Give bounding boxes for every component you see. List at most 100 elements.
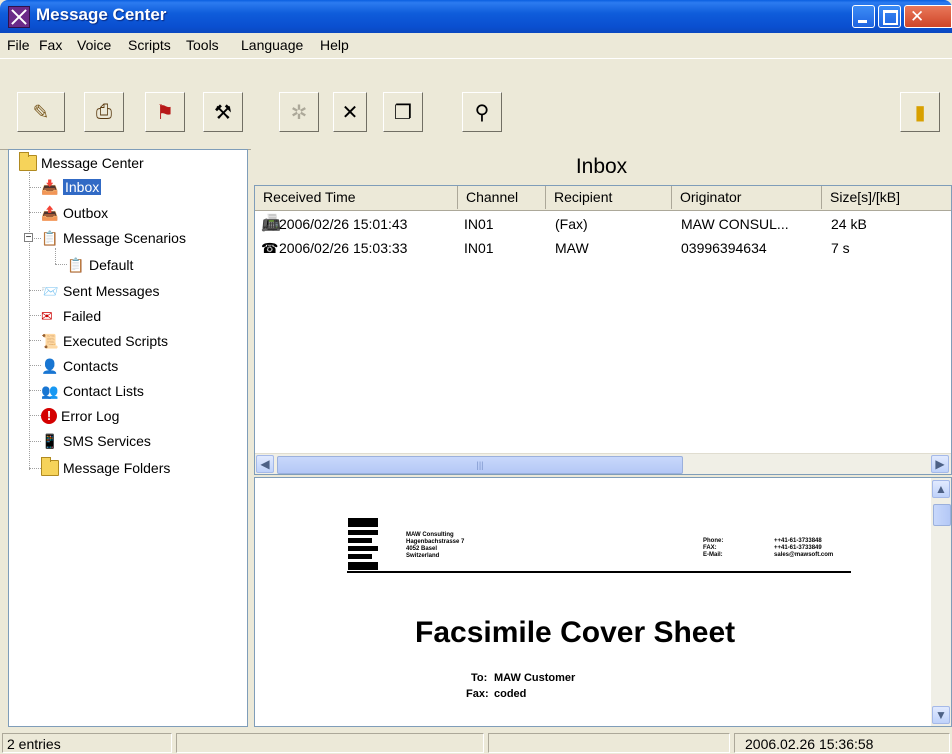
cell-channel: IN01 — [464, 240, 494, 256]
menu-help[interactable]: Help — [320, 37, 349, 53]
scenario-default-icon: 📋 — [67, 257, 85, 273]
delete-button[interactable]: ✕ — [333, 92, 367, 132]
folder-icon — [41, 457, 59, 476]
tree-item-label: Inbox — [63, 179, 102, 195]
toolbar: ✎ ⎙ ⚑ ⚒ ✲ ✕ ❐ ⚲ ▮ — [0, 58, 952, 150]
tree-item-failed[interactable]: ✉ Failed — [41, 304, 101, 328]
tree-connector — [29, 290, 41, 291]
tree-item-sent-messages[interactable]: 📨 Sent Messages — [41, 279, 160, 303]
tree-item-contacts[interactable]: 👤 Contacts — [41, 354, 118, 378]
contact-labels: Phone: FAX: E-Mail: — [703, 538, 724, 558]
menu-file[interactable]: File — [7, 37, 30, 53]
new-message-button[interactable]: ✎ — [17, 92, 65, 132]
menu-voice[interactable]: Voice — [77, 37, 111, 53]
vertical-scrollbar[interactable]: ▲ ▼ — [931, 478, 951, 726]
copy-button[interactable]: ❐ — [383, 92, 423, 132]
app-icon — [8, 6, 30, 28]
column-size[interactable]: Size[s]/[kB] — [822, 186, 951, 209]
menu-tools[interactable]: Tools — [186, 37, 219, 53]
column-channel[interactable]: Channel — [458, 186, 546, 209]
to-value: MAW Customer — [494, 672, 576, 684]
disabled-action-icon: ✲ — [290, 101, 308, 124]
tools-button[interactable]: ⚒ — [203, 92, 243, 132]
contact-icon: 👤 — [41, 358, 59, 374]
menu-bar: File Fax Voice Scripts Tools Language He… — [0, 33, 952, 57]
divider — [347, 571, 851, 573]
fax-value: coded — [494, 688, 527, 700]
outbox-icon: 📤 — [41, 205, 59, 221]
menu-fax[interactable]: Fax — [39, 37, 62, 53]
tree-item-error-log[interactable]: ! Error Log — [41, 404, 119, 428]
tree-item-label: Default — [89, 257, 134, 273]
tools-icon: ⚒ — [214, 101, 232, 124]
table-row[interactable]: 📠 2006/02/26 15:01:43 IN01 (Fax) MAW CON… — [255, 212, 951, 236]
tree-connector — [29, 441, 41, 442]
tree-connector — [29, 390, 41, 391]
scroll-thumb[interactable] — [933, 504, 951, 526]
contact-values: ++41-61-3733848 ++41-61-3733849 sales@ma… — [774, 538, 834, 558]
tree-item-label: Message Scenarios — [63, 230, 186, 246]
message-list: Received Time Channel Recipient Originat… — [254, 185, 952, 475]
tree-item-default[interactable]: 📋 Default — [67, 253, 133, 277]
tree-item-sms-services[interactable]: 📱 SMS Services — [41, 429, 151, 453]
tree-item-label: Failed — [63, 308, 102, 324]
tree-item-label: Contact Lists — [63, 383, 144, 399]
new-message-icon: ✎ — [32, 101, 50, 124]
status-bar: 2 entries 2006.02.26 15:36:58 — [0, 731, 952, 754]
menu-scripts[interactable]: Scripts — [128, 37, 171, 53]
cell-size: 7 s — [831, 240, 850, 256]
scenario-icon: ⚑ — [156, 101, 174, 124]
tree-root[interactable]: Message Center — [19, 151, 144, 175]
tree-item-inbox[interactable]: 📥 Inbox — [41, 175, 102, 199]
minimize-button[interactable] — [852, 5, 875, 28]
exit-button[interactable]: ▮ — [900, 92, 940, 132]
scroll-down-button[interactable]: ▼ — [932, 706, 950, 724]
cell-originator: 03996394634 — [681, 240, 767, 256]
scroll-left-button[interactable]: ◀ — [256, 455, 274, 473]
tree-connector — [29, 172, 30, 470]
tree-item-label: Contacts — [63, 358, 119, 374]
scroll-up-button[interactable]: ▲ — [932, 480, 950, 498]
horizontal-scrollbar[interactable]: ◀ ||| ▶ — [255, 453, 951, 474]
tree-item-contact-lists[interactable]: 👥 Contact Lists — [41, 379, 144, 403]
column-recipient[interactable]: Recipient — [546, 186, 672, 209]
tree-item-message-folders[interactable]: Message Folders — [41, 456, 170, 480]
tree-item-label: Message Folders — [63, 460, 171, 476]
connect-button[interactable]: ⚲ — [462, 92, 502, 132]
tree-item-executed-scripts[interactable]: 📜 Executed Scripts — [41, 329, 168, 353]
folder-tree: Message Center 📥 Inbox 📤 Outbox − 📋 Mess… — [8, 149, 248, 727]
tree-item-label: Outbox — [63, 205, 109, 221]
close-button[interactable]: ✕ — [904, 5, 952, 28]
status-entries: 2 entries — [2, 733, 172, 753]
title-bar[interactable]: Message Center ✕ — [0, 0, 952, 33]
scenario-button[interactable]: ⚑ — [145, 92, 185, 132]
close-icon: ✕ — [910, 7, 925, 26]
tree-item-message-scenarios[interactable]: 📋 Message Scenarios — [41, 226, 186, 250]
column-originator[interactable]: Originator — [672, 186, 822, 209]
scroll-right-button[interactable]: ▶ — [931, 455, 949, 473]
tree-connector — [29, 212, 41, 213]
tree-connector — [29, 315, 41, 316]
scripts-icon: 📜 — [41, 333, 59, 349]
maximize-button[interactable] — [878, 5, 901, 28]
failed-icon: ✉ — [41, 308, 53, 324]
company-logo — [348, 518, 378, 570]
collapse-toggle[interactable]: − — [24, 233, 33, 243]
list-header: Received Time Channel Recipient Originat… — [255, 186, 951, 211]
menu-language[interactable]: Language — [241, 37, 303, 53]
voice-message-icon: ☎ — [261, 240, 279, 256]
to-label: To: — [471, 672, 488, 684]
table-row[interactable]: ☎ 2006/02/26 15:03:33 IN01 MAW 039963946… — [255, 236, 951, 260]
tree-item-outbox[interactable]: 📤 Outbox — [41, 201, 108, 225]
scroll-thumb[interactable]: ||| — [277, 456, 683, 474]
tree-connector — [29, 340, 41, 341]
scenarios-icon: 📋 — [41, 230, 59, 246]
main-pane: Inbox Received Time Channel Recipient Or… — [251, 149, 952, 727]
tree-connector — [29, 468, 41, 469]
fax-sender-button[interactable]: ⎙ — [84, 92, 124, 132]
delete-icon: ✕ — [341, 101, 359, 124]
column-received-time[interactable]: Received Time — [255, 186, 458, 209]
fax-title: Facsimile Cover Sheet — [415, 616, 736, 649]
copy-icon: ❐ — [394, 101, 412, 124]
disabled-action-button[interactable]: ✲ — [279, 92, 319, 132]
